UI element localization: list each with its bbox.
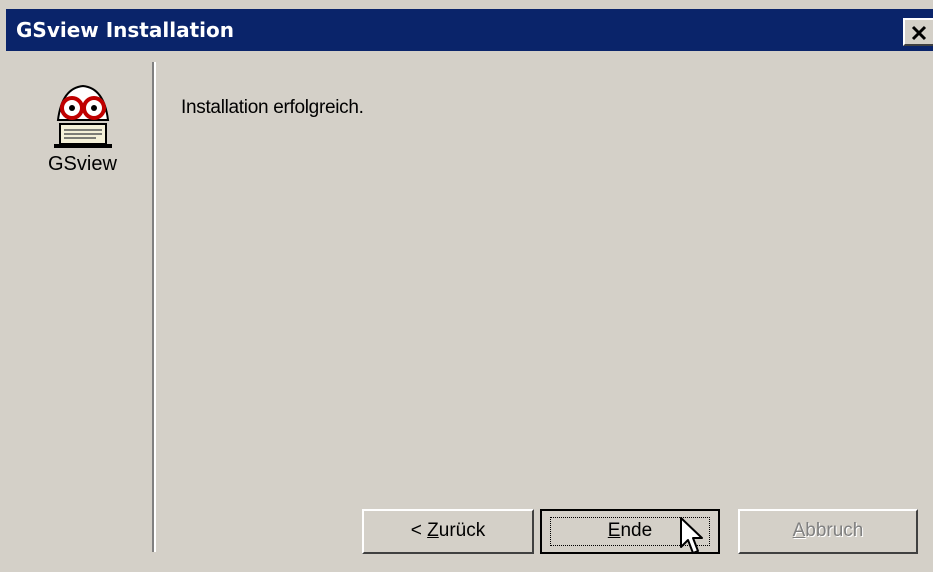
gsview-logo-icon: [48, 80, 118, 150]
sidebar-label: GSview: [48, 153, 117, 175]
status-message: Installation erfolgreich.: [181, 97, 364, 118]
close-icon: [911, 25, 927, 41]
back-button-prefix: <: [410, 520, 428, 541]
back-button-label: urück: [438, 520, 486, 541]
back-button[interactable]: < Zurück: [362, 509, 534, 554]
back-button-mnemonic: Z: [427, 520, 439, 541]
mouse-pointer-icon: [680, 517, 703, 554]
window-title: GSview Installation: [16, 18, 234, 42]
vertical-divider: [152, 62, 156, 552]
cancel-button-label: bbruch: [805, 520, 864, 541]
cancel-button-mnemonic: A: [792, 520, 806, 541]
cancel-button[interactable]: Abbruch: [738, 509, 918, 554]
installer-dialog: GSview Installation GSview Installation …: [0, 0, 933, 572]
close-button[interactable]: [903, 18, 933, 46]
title-bar[interactable]: GSview Installation: [6, 9, 933, 51]
